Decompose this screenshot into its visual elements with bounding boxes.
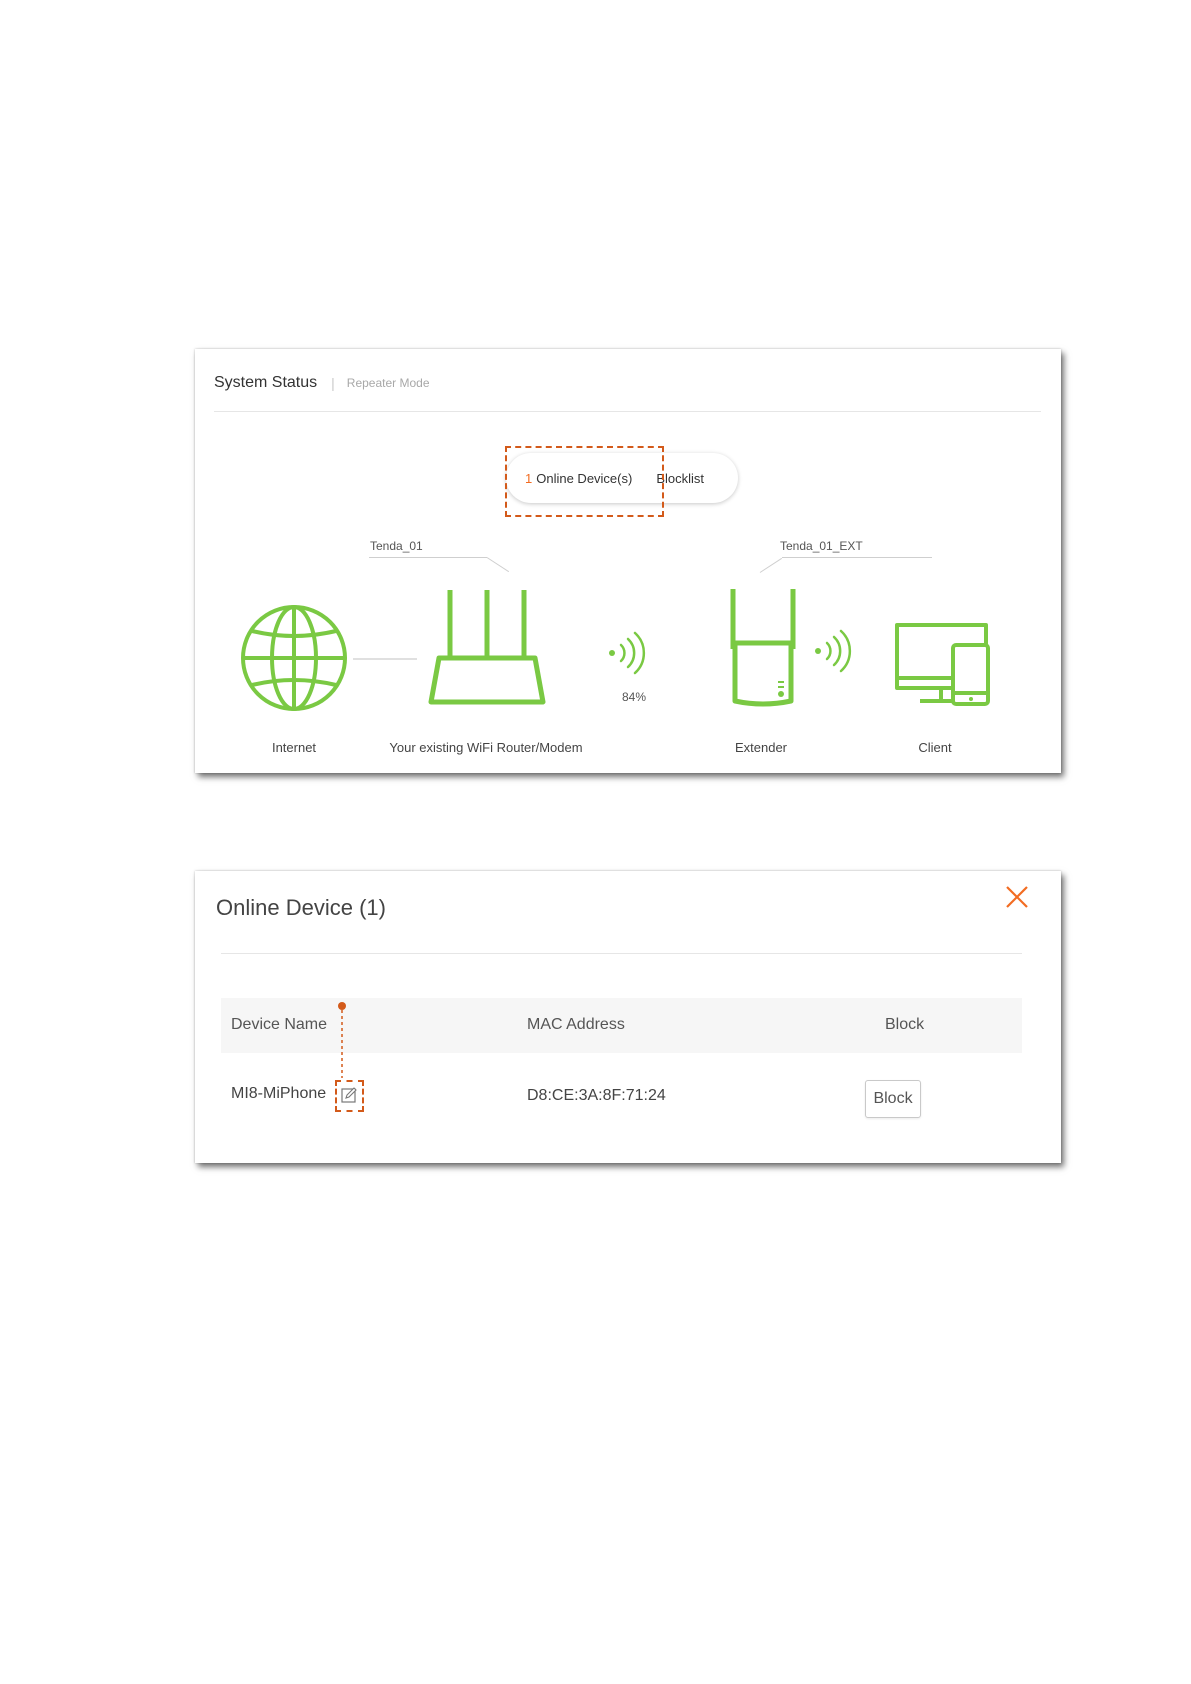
mac-address-cell: D8:CE:3A:8F:71:24 [527,1087,666,1104]
wifi-signal-icon [815,629,852,673]
router-icon [428,590,546,705]
network-topology [241,589,990,711]
wifi-signal-icon [609,631,646,675]
online-device-dialog: Online Device (1) Device Name MAC Addres… [195,871,1061,1163]
extender-led [778,681,784,697]
system-status-panel: System Status | Repeater Mode 1 Online D… [195,349,1061,773]
client-devices-icon [895,623,990,706]
annotation-leader [338,1002,346,1078]
phone-button [969,697,973,701]
caption-client: Client [918,740,952,755]
caption-router: Your existing WiFi Router/Modem [389,740,583,755]
caption-internet: Internet [271,740,317,755]
signal-strength: 84% [622,690,647,704]
block-button[interactable]: Block [865,1080,921,1118]
edit-icon-highlight [335,1080,364,1112]
caption-extender: Extender [734,740,788,755]
device-name-cell: MI8-MiPhone [231,1085,327,1102]
globe-icon [241,605,347,711]
